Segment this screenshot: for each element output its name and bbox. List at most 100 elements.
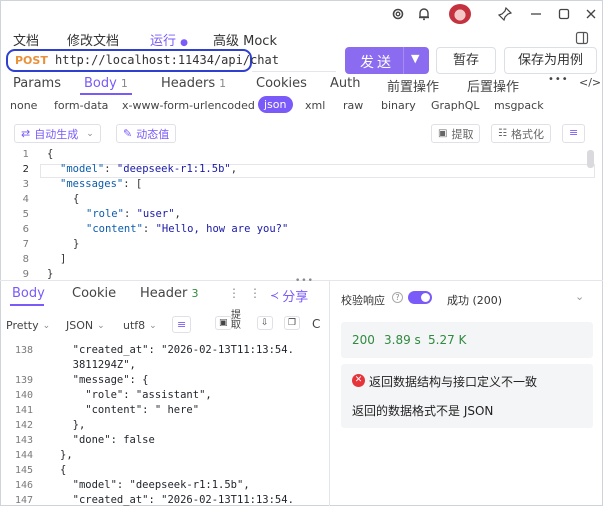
code-sep: : (104, 163, 117, 175)
code-line: } (47, 268, 53, 280)
url-text: http://localhost:11434/api/chat (55, 53, 279, 67)
req-tab-pre-ops[interactable]: 前置操作 (387, 76, 439, 95)
body-type-json[interactable]: json (258, 96, 293, 113)
url-input-tail[interactable] (252, 49, 336, 72)
format-button[interactable]: ☷ 格式化 (491, 124, 551, 143)
code-sep: : (123, 208, 137, 220)
req-tab-cookies[interactable]: Cookies (256, 76, 307, 91)
dynamic-value-button[interactable]: ✎ 动态值 (116, 124, 177, 143)
code-line: } (73, 238, 79, 250)
code-line: "role": "assistant", (60, 389, 212, 401)
tab-run-label: 运行 (150, 34, 177, 49)
status-code: 200 (352, 333, 375, 347)
share-label: 分享 (282, 290, 309, 305)
save-as-case-button[interactable]: 保存为用例 (504, 47, 597, 74)
avatar[interactable] (449, 4, 471, 24)
req-tab-body[interactable]: Body 1 (84, 76, 128, 91)
body-type-graphql[interactable]: GraphQL (431, 99, 480, 112)
req-tab-headers[interactable]: Headers 1 (161, 76, 226, 91)
pin-icon[interactable] (496, 5, 514, 23)
code-line: { (47, 148, 53, 160)
code-value: "Hello, how are you?" (155, 223, 289, 235)
line-number: 139 (14, 375, 33, 386)
copy-icon[interactable]: ❐ (284, 316, 301, 330)
tab-edit-docs[interactable]: 修改文档 (67, 30, 119, 49)
code-token: } (47, 268, 54, 280)
tab-docs[interactable]: 文档 (13, 30, 39, 49)
minimize-icon[interactable] (527, 5, 545, 23)
help-icon[interactable]: ? (392, 292, 403, 303)
code-line: "done": false (60, 434, 155, 446)
code-value: "user" (136, 208, 175, 220)
sidebar-toggle-icon[interactable] (575, 31, 589, 45)
code-token: { (73, 193, 80, 205)
chevron-down-icon[interactable]: ⌄ (575, 290, 584, 303)
req-tab-auth[interactable]: Auth (330, 76, 360, 91)
req-tab-headers-count: 1 (219, 77, 227, 90)
validation-error-panel: ✕ 返回数据结构与接口定义不一致 返回的数据格式不是 JSON (341, 364, 593, 428)
extract-icon[interactable]: ▣ (215, 316, 232, 330)
resp-tab-header[interactable]: Header 3 (140, 286, 198, 301)
body-type-binary[interactable]: binary (381, 99, 416, 112)
response-extract-button[interactable]: 提取 (231, 311, 241, 331)
tab-advanced-mock[interactable]: 高级 Mock (213, 30, 277, 49)
download-icon[interactable]: ⇩ (257, 316, 273, 330)
more-vertical-icon[interactable]: ⋮ (249, 286, 261, 300)
req-tab-post-ops[interactable]: 后置操作 (467, 76, 519, 95)
validate-response-toggle[interactable] (408, 291, 432, 304)
format-select[interactable]: JSON ⌄ (66, 319, 105, 332)
req-tab-body-label: Body (84, 76, 117, 91)
active-tab-underline (80, 93, 132, 95)
code-key: "model" (60, 163, 105, 175)
format-label: 格式化 (510, 127, 544, 141)
more-vertical-icon[interactable]: ⋮ (228, 286, 240, 300)
chevron-down-icon[interactable]: ▼ (411, 52, 419, 65)
extract-button[interactable]: ▣ 提取 (431, 124, 481, 143)
body-type-msgpack[interactable]: msgpack (494, 99, 544, 112)
line-number: 6 (22, 224, 29, 235)
encoding-select[interactable]: utf8 ⌄ (123, 319, 157, 332)
wrap-lines-icon[interactable]: ≡ (562, 124, 586, 143)
code-tail: , (174, 208, 181, 220)
code-icon[interactable]: </> (579, 76, 601, 89)
auto-generate-label: 自动生成 (34, 127, 79, 141)
code-sep: : (142, 223, 156, 235)
share-button[interactable]: ≺ 分享 (270, 286, 308, 305)
splitter-handle-icon[interactable]: ••• (295, 276, 314, 286)
code-line: 3811294Z", (60, 359, 136, 371)
line-number: 4 (22, 194, 29, 205)
save-button[interactable]: 暂存 (436, 47, 496, 74)
panel-divider[interactable] (329, 281, 330, 506)
resp-tab-cookie[interactable]: Cookie (72, 286, 116, 301)
bell-icon[interactable] (415, 5, 433, 23)
wrap-lines-icon[interactable]: ≡ (172, 316, 192, 333)
more-tabs-button[interactable]: ••• (548, 74, 569, 85)
body-type-urlencoded[interactable]: x-www-form-urlencoded (122, 99, 255, 112)
resp-tab-body[interactable]: Body (12, 286, 45, 301)
gear-icon[interactable] (389, 5, 407, 23)
view-select[interactable]: Pretty ⌄ (6, 319, 50, 332)
close-icon[interactable] (582, 5, 600, 23)
encoding-select-value: utf8 (123, 319, 146, 332)
share-icon: ≺ (270, 289, 280, 302)
auto-generate-button[interactable]: ⇄ 自动生成 ⌄ (14, 124, 101, 143)
body-type-xml[interactable]: xml (305, 99, 325, 112)
url-input[interactable]: POST http://localhost:11434/api/chat (6, 49, 279, 72)
editor-scrollbar[interactable] (587, 150, 594, 168)
dynamic-value-label: 动态值 (136, 127, 170, 141)
body-type-none[interactable]: none (10, 99, 37, 112)
line-number: 8 (22, 254, 29, 265)
req-tab-params[interactable]: Params (13, 76, 61, 91)
resp-tab-header-count: 3 (191, 287, 199, 300)
send-button[interactable]: 发送 ▼ (345, 47, 429, 74)
maximize-icon[interactable] (555, 5, 573, 23)
line-number: 143 (14, 435, 33, 446)
tab-run[interactable]: 运行 ● (150, 30, 188, 49)
code-line: }, (60, 449, 73, 461)
method-select[interactable]: POST (15, 54, 48, 67)
body-type-form-data[interactable]: form-data (54, 99, 108, 112)
code-line: "message": { (60, 374, 149, 386)
body-type-raw[interactable]: raw (343, 99, 363, 112)
search-icon[interactable]: C (312, 317, 320, 331)
code-line: "role": "user", (86, 208, 181, 220)
